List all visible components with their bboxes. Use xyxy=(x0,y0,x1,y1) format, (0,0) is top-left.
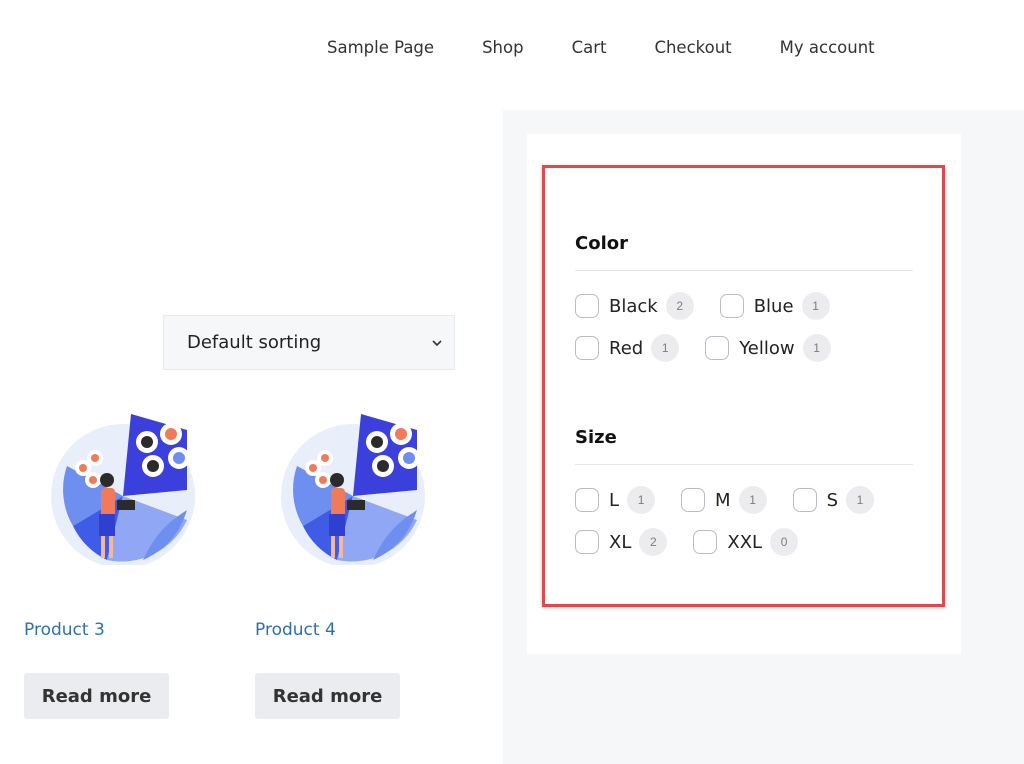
option-label: Yellow xyxy=(739,337,795,359)
color-option-red[interactable]: Red 1 xyxy=(575,334,680,362)
count-badge: 0 xyxy=(770,528,799,556)
color-option-black[interactable]: Black 2 xyxy=(575,292,694,320)
color-filter: Color Black 2 Blue 1 Red 1 Yellow 1 xyxy=(575,233,913,362)
nav-checkout[interactable]: Checkout xyxy=(654,38,731,57)
color-filter-title: Color xyxy=(575,233,913,271)
option-label: Black xyxy=(609,295,658,317)
product-title-link[interactable]: Product 4 xyxy=(255,620,336,640)
product-card: Product 3 Read more xyxy=(24,410,199,719)
nav-my-account[interactable]: My account xyxy=(780,38,875,57)
sort-select-value: Default sorting xyxy=(187,332,322,353)
count-badge: 1 xyxy=(801,292,830,320)
size-options-row: L 1 M 1 S 1 xyxy=(575,486,913,514)
checkbox[interactable] xyxy=(575,530,599,554)
size-options-row: XL 2 XXL 0 xyxy=(575,528,913,556)
count-badge: 1 xyxy=(802,334,831,362)
read-more-button[interactable]: Read more xyxy=(24,673,169,719)
checkbox[interactable] xyxy=(575,336,599,360)
option-label: Red xyxy=(609,337,644,359)
nav-sample-page[interactable]: Sample Page xyxy=(327,38,434,57)
count-badge: 1 xyxy=(627,486,656,514)
nav-shop[interactable]: Shop xyxy=(482,38,524,57)
product-title-link[interactable]: Product 3 xyxy=(24,620,105,640)
product-image[interactable] xyxy=(277,410,429,568)
checkbox[interactable] xyxy=(575,488,599,512)
product-card: Product 4 Read more xyxy=(255,410,429,719)
product-image[interactable] xyxy=(47,410,199,568)
checkbox[interactable] xyxy=(693,530,718,554)
count-badge: 1 xyxy=(738,486,767,514)
read-more-button[interactable]: Read more xyxy=(255,673,400,719)
checkbox[interactable] xyxy=(719,294,744,318)
chevron-down-icon xyxy=(432,339,442,346)
checkbox[interactable] xyxy=(705,336,730,360)
checkbox[interactable] xyxy=(681,488,706,512)
option-label: XXL xyxy=(727,531,763,553)
count-badge: 2 xyxy=(665,292,694,320)
size-option-xl[interactable]: XL 2 xyxy=(575,528,668,556)
size-filter-title: Size xyxy=(575,427,913,465)
main-navigation: Sample Page Shop Cart Checkout My accoun… xyxy=(327,38,875,57)
count-badge: 2 xyxy=(639,528,668,556)
nav-cart[interactable]: Cart xyxy=(572,38,607,57)
size-option-s[interactable]: S 1 xyxy=(792,486,874,514)
color-option-blue[interactable]: Blue 1 xyxy=(719,292,830,320)
checkbox[interactable] xyxy=(575,294,599,318)
color-options-row: Red 1 Yellow 1 xyxy=(575,334,913,362)
option-label: S xyxy=(826,489,838,511)
option-label: XL xyxy=(609,531,632,553)
count-badge: 1 xyxy=(846,486,874,514)
option-label: M xyxy=(715,489,731,511)
site-header: Sample Page Shop Cart Checkout My accoun… xyxy=(0,0,1024,110)
size-filter: Size L 1 M 1 S 1 XL 2 XXL 0 xyxy=(575,427,913,556)
option-label: L xyxy=(609,489,620,511)
size-option-xxl[interactable]: XXL 0 xyxy=(693,528,799,556)
size-option-m[interactable]: M 1 xyxy=(681,486,767,514)
size-option-l[interactable]: L 1 xyxy=(575,486,656,514)
option-label: Blue xyxy=(753,295,794,317)
count-badge: 1 xyxy=(651,334,680,362)
color-option-yellow[interactable]: Yellow 1 xyxy=(705,334,831,362)
product-list-area: Default sorting Product 3 Read more Prod… xyxy=(0,110,503,764)
color-options-row: Black 2 Blue 1 xyxy=(575,292,913,320)
checkbox[interactable] xyxy=(792,488,817,512)
sort-select[interactable]: Default sorting xyxy=(163,315,455,370)
